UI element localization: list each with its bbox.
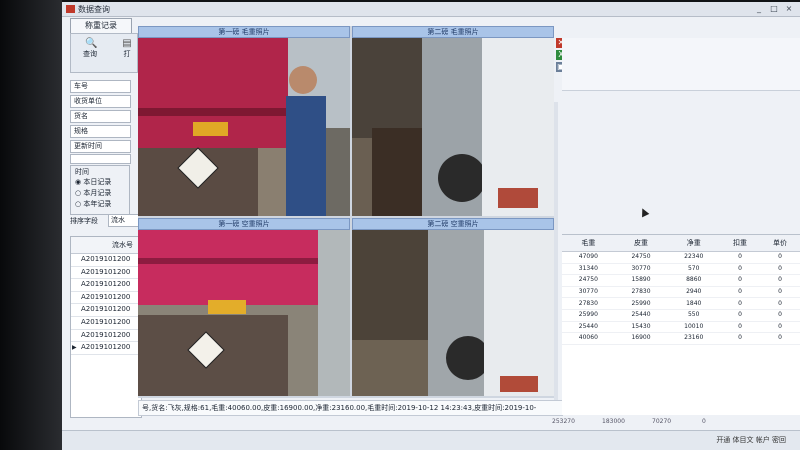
tab-weigh-records[interactable]: 称重记录 [70,18,132,33]
print-icon: ▤ [122,38,132,49]
column-header-tare[interactable]: 皮重 [614,235,668,252]
list-item[interactable]: A2019101200 [71,254,141,267]
table-row[interactable]: 25440 15430 10010 0 0 [562,321,800,334]
table-row[interactable]: 30770 27830 2940 0 0 [562,286,800,299]
maximize-button[interactable]: □ [767,4,781,14]
record-detail-line: 号,货名:飞灰,规格:61,毛重:40060.00,皮重:16900.00,净重… [138,400,563,416]
print-button[interactable]: ▤ 打 [117,37,137,69]
current-row-icon: ▶ [72,344,77,352]
app-icon [66,5,75,13]
title-bar: 数据查询 _ □ × [62,2,800,17]
field-spec[interactable]: 规格 [70,125,131,138]
table-row[interactable]: 40060 16900 23160 0 0 [562,332,800,345]
search-icon: 🔍 [85,38,98,49]
truck-photo-image [352,38,554,216]
photo-first-gross[interactable] [138,38,350,216]
left-panel: 称重记录 🔍 查询 ▤ 打 车号 收货单位 货名 规格 更新时间 时间 ◉ 本日… [70,18,142,418]
sort-field-label: 排序字段 [70,217,98,225]
total-net: 70270 [652,418,672,425]
column-header-unit-price[interactable]: 单价 [760,235,800,252]
status-bar: 开通 体目文 帐户 密回 [62,430,800,450]
serial-number-list: 流水号 A2019101200 A2019101200 A2019101200 … [70,236,142,418]
truck-photo-image [138,38,350,216]
radio-today[interactable]: ◉ 本日记录 [75,177,111,187]
total-deduction: 0 [702,418,706,425]
table-row[interactable]: 25990 25440 550 0 0 [562,309,800,322]
field-plate-number[interactable]: 车号 [70,80,131,93]
caption-second-tare: 第二磅 空重照片 [352,218,554,230]
photo-first-tare[interactable] [138,230,350,396]
table-row[interactable]: 27830 25990 1840 0 0 [562,297,800,310]
sort-field-select[interactable]: 流水 [108,214,142,227]
radio-this-month[interactable]: ○ 本月记录 [75,188,111,198]
weighing-data-grid: 毛重 皮重 净重 扣重 单价 47090 24750 22340 0 0 31340 30… [562,234,800,415]
table-row[interactable]: 47090 24750 22340 0 0 [562,251,800,264]
app-window: 数据查询 _ □ × 称重记录 🔍 查询 ▤ 打 车号 收货单位 货名 规格 更… [62,2,800,450]
list-item[interactable]: ▶ A2019101200 [71,342,141,355]
field-goods-name[interactable]: 货名 [70,110,131,123]
status-bar-text: 开通 体目文 帐户 密回 [716,436,786,444]
total-gross: 253270 [552,418,575,425]
photo-panel: 第一磅 毛重照片 第二磅 毛重照片 第一磅 空重照片 第二磅 空重照片 [138,26,554,398]
mouse-cursor-icon [638,206,650,218]
column-header-deduction[interactable]: 扣重 [720,235,761,252]
caption-first-tare: 第一磅 空重照片 [138,218,350,230]
field-blank[interactable] [70,154,131,164]
photo-second-tare[interactable] [352,230,554,396]
toolbar: 🔍 查询 ▤ 打 [70,33,138,73]
print-button-label: 打 [123,50,131,58]
truck-photo-image [138,230,350,396]
right-header-area [562,38,800,91]
query-button-label: 查询 [83,50,97,58]
vertical-scrollbar[interactable] [554,102,558,402]
radio-this-year[interactable]: ○ 本年记录 [75,199,111,209]
time-filter-group: 时间 ◉ 本日记录 ○ 本月记录 ○ 本年记录 [70,165,130,215]
field-receiver[interactable]: 收货单位 [70,95,131,108]
truck-photo-image [352,230,554,396]
photo-second-gross[interactable] [352,38,554,216]
serial-header: 流水号 [71,237,141,254]
column-header-net[interactable]: 净重 [667,235,721,252]
list-item[interactable]: A2019101200 [71,267,141,280]
list-item[interactable]: A2019101200 [71,292,141,305]
minimize-button[interactable]: _ [752,4,766,14]
monitor-bezel-left [0,0,62,450]
time-group-title: 时间 [75,168,89,176]
caption-second-gross: 第二磅 毛重照片 [352,26,554,38]
totals-row: 253270 183000 70270 0 [552,418,782,428]
list-item[interactable]: A2019101200 [71,317,141,330]
close-button[interactable]: × [782,4,796,14]
list-item[interactable]: A2019101200 [71,304,141,317]
list-item[interactable]: A2019101200 [71,330,141,343]
table-row[interactable]: 24750 15890 8860 0 0 [562,274,800,287]
window-title: 数据查询 [78,5,110,14]
field-update-time[interactable]: 更新时间 [70,140,131,153]
column-header-gross[interactable]: 毛重 [562,235,615,252]
caption-first-gross: 第一磅 毛重照片 [138,26,350,38]
table-row[interactable]: 31340 30770 570 0 0 [562,263,800,276]
total-tare: 183000 [602,418,625,425]
query-button[interactable]: 🔍 查询 [75,37,105,69]
list-item[interactable]: A2019101200 [71,279,141,292]
